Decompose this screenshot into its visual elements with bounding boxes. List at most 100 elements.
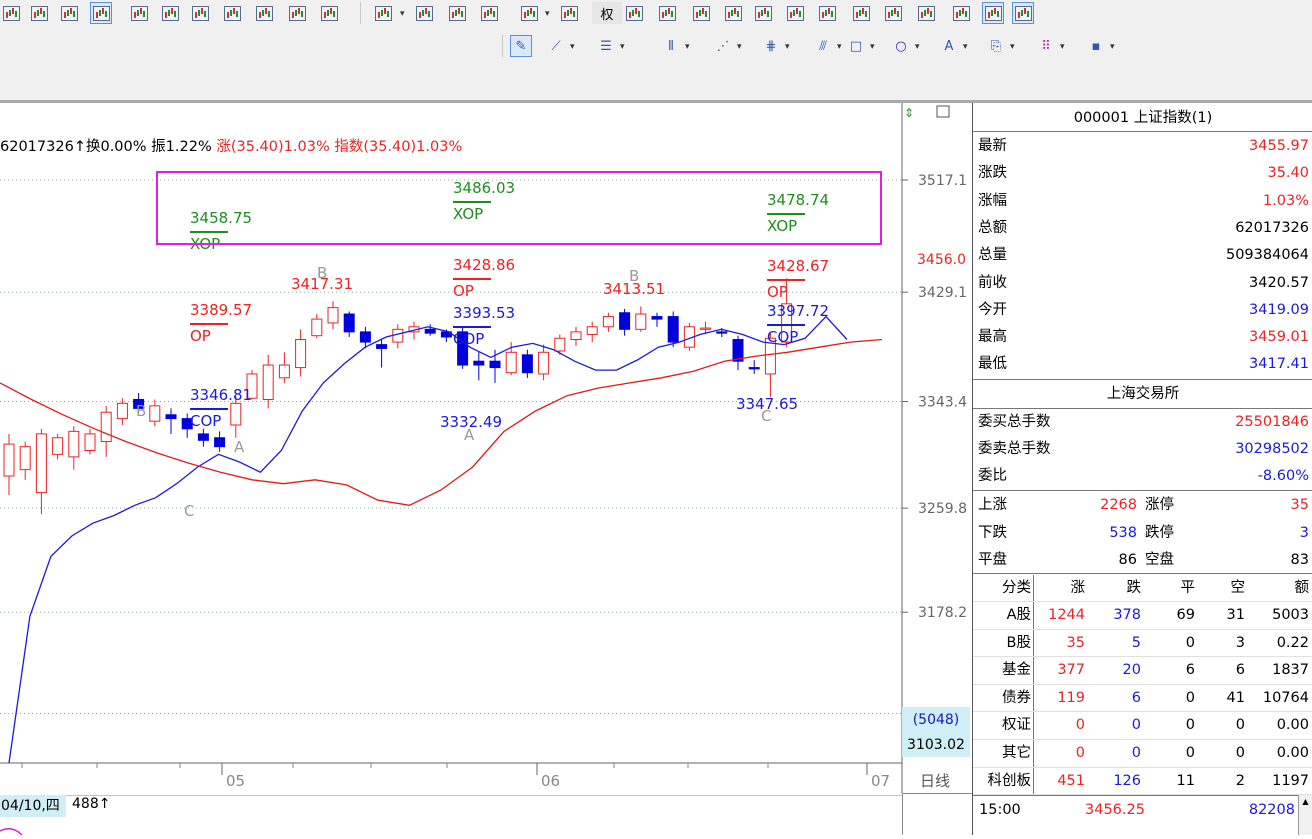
dropdown-arrow-icon[interactable]: ▾: [620, 42, 625, 52]
dropdown-arrow-icon[interactable]: ▾: [400, 9, 405, 19]
save-tool-icon[interactable]: ▪: [1085, 35, 1107, 57]
dropdown-arrow-icon[interactable]: ▾: [737, 42, 742, 52]
open-folder-icon[interactable]: [446, 2, 468, 24]
quote-row[interactable]: 今开 3419.09: [973, 297, 1312, 324]
settings-icon[interactable]: [882, 2, 904, 24]
panel-toggle-icon[interactable]: [936, 105, 950, 118]
move-icon[interactable]: ⇕: [904, 106, 914, 120]
breadth-row[interactable]: 上涨 2268 涨停 35: [973, 492, 1312, 519]
tick-row[interactable]: 15:00 3456.25 82208: [973, 797, 1312, 824]
mini-chart-icon-glyph: [984, 5, 1002, 21]
tick-scrollbar[interactable]: ▲: [1298, 795, 1312, 835]
candle-body: [100, 411, 112, 443]
vline-tool-icon[interactable]: ⦀: [660, 35, 682, 57]
rect-tool-icon[interactable]: □: [845, 35, 867, 57]
period-30min-icon[interactable]: [90, 2, 112, 24]
category-row[interactable]: 基金 377 20 6 6 1837: [973, 657, 1312, 684]
breadth-row[interactable]: 平盘 86 空盘 83: [973, 547, 1312, 574]
period-day-icon[interactable]: [159, 2, 181, 24]
channel-tool-icon[interactable]: ⫻: [812, 35, 834, 57]
hline-tool-icon[interactable]: ☰: [595, 35, 617, 57]
dropdown-arrow-icon[interactable]: ▾: [685, 42, 690, 52]
period-1min-icon[interactable]: [0, 2, 22, 24]
draw-cursor-icon[interactable]: ✎: [510, 35, 532, 57]
category-row-divider: [973, 656, 1312, 658]
category-cell: 69: [1176, 607, 1195, 623]
color-icon[interactable]: [623, 2, 645, 24]
quote-row[interactable]: 最新 3455.97: [973, 133, 1312, 160]
kline-chart-area[interactable]: ⇕3517.13429.13343.43259.83178.23098.8345…: [0, 103, 972, 793]
f10-icon[interactable]: [752, 2, 774, 24]
table-icon[interactable]: [950, 2, 972, 24]
period-month-icon[interactable]: [221, 2, 243, 24]
compare-icon[interactable]: [656, 2, 678, 24]
period-week-icon[interactable]: [189, 2, 211, 24]
period-year-icon[interactable]: [286, 2, 308, 24]
day-line-label[interactable]: 日线: [920, 772, 950, 790]
quote-row[interactable]: 最高 3459.01: [973, 324, 1312, 351]
grid-tool-icon[interactable]: ⋕: [760, 35, 782, 57]
breadth-v2: 83: [1290, 552, 1309, 568]
ellipse-tool-icon-glyph: ○: [895, 38, 907, 54]
dropdown-arrow-icon[interactable]: ▾: [785, 42, 790, 52]
category-row[interactable]: 债券 119 6 0 41 10764: [973, 685, 1312, 712]
period-15min-icon[interactable]: [58, 2, 80, 24]
line-tool-icon[interactable]: ⟋: [545, 35, 567, 57]
copy-tool-icon[interactable]: ⎘: [985, 35, 1007, 57]
breadth-row[interactable]: 下跌 538 跌停 3: [973, 520, 1312, 547]
period-multi-second-icon[interactable]: [413, 2, 435, 24]
order-row[interactable]: 委卖总手数 30298502: [973, 436, 1312, 463]
dropdown-arrow-icon[interactable]: ▾: [963, 42, 968, 52]
quote-row[interactable]: 涨幅 1.03%: [973, 188, 1312, 215]
ellipse-tool-icon[interactable]: ○: [890, 35, 912, 57]
price-label: 3343.4: [918, 395, 967, 411]
quote-row[interactable]: 涨跌 35.40: [973, 160, 1312, 187]
alert-icon[interactable]: [850, 2, 872, 24]
panel-title[interactable]: 000001 上证指数(1): [973, 103, 1312, 131]
indicator-icon[interactable]: [478, 2, 500, 24]
category-row[interactable]: 其它 0 0 0 0 0.00: [973, 740, 1312, 767]
category-row[interactable]: 权证 0 0 0 0 0.00: [973, 712, 1312, 739]
dropdown-arrow-icon[interactable]: ▾: [915, 42, 920, 52]
period-multi-minute-icon[interactable]: [372, 2, 394, 24]
quote-row[interactable]: 最低 3417.41: [973, 351, 1312, 378]
mini-chart-icon[interactable]: [982, 2, 1004, 24]
copy-icon[interactable]: [722, 2, 744, 24]
crosshair-icon[interactable]: [518, 2, 540, 24]
dropdown-arrow-icon[interactable]: ▾: [837, 42, 842, 52]
category-row[interactable]: B股 35 5 0 3 0.22: [973, 630, 1312, 657]
mail-icon[interactable]: [784, 2, 806, 24]
subchart-volume-text: 488↑: [72, 796, 111, 812]
fan-tool-icon[interactable]: ⋰: [712, 35, 734, 57]
dropdown-arrow-icon[interactable]: ▾: [1010, 42, 1015, 52]
line-chart-icon[interactable]: [1012, 2, 1034, 24]
category-row[interactable]: A股 1244 378 69 31 5003: [973, 602, 1312, 629]
keyboard-icon[interactable]: [558, 2, 580, 24]
list-icon[interactable]: [690, 2, 712, 24]
dropdown-arrow-icon[interactable]: ▾: [570, 42, 575, 52]
dropdown-arrow-icon[interactable]: ▾: [1060, 42, 1065, 52]
text-tool-icon[interactable]: A: [938, 35, 960, 57]
quote-row[interactable]: 总额 62017326: [973, 215, 1312, 242]
kline-chart-svg[interactable]: ⇕3517.13429.13343.43259.83178.23098.8345…: [0, 103, 972, 793]
chart-icon[interactable]: [915, 2, 937, 24]
period-multi-day-icon[interactable]: [318, 2, 340, 24]
volume-subchart[interactable]: 488↑: [0, 794, 902, 836]
quote-row[interactable]: 总量 509384064: [973, 242, 1312, 269]
scroll-up-icon[interactable]: ▲: [1299, 795, 1312, 809]
quote-row[interactable]: 前收 3420.57: [973, 270, 1312, 297]
order-row[interactable]: 委比 -8.60%: [973, 463, 1312, 490]
period-5min-icon[interactable]: [28, 2, 50, 24]
category-cell: 0: [1185, 634, 1195, 651]
period-quarter-icon[interactable]: [253, 2, 275, 24]
dropdown-arrow-icon[interactable]: ▾: [545, 9, 550, 19]
candle-body: [619, 312, 631, 330]
dropdown-arrow-icon[interactable]: ▾: [870, 42, 875, 52]
bookmark-icon[interactable]: [816, 2, 838, 24]
weight-icon[interactable]: 权: [592, 2, 622, 24]
period-60min-icon[interactable]: [128, 2, 150, 24]
pattern-tool-icon[interactable]: ⠿: [1035, 35, 1057, 57]
dropdown-arrow-icon[interactable]: ▾: [1110, 42, 1115, 52]
category-row[interactable]: 科创板 451 126 11 2 1197: [973, 768, 1312, 795]
order-row[interactable]: 委买总手数 25501846: [973, 409, 1312, 436]
